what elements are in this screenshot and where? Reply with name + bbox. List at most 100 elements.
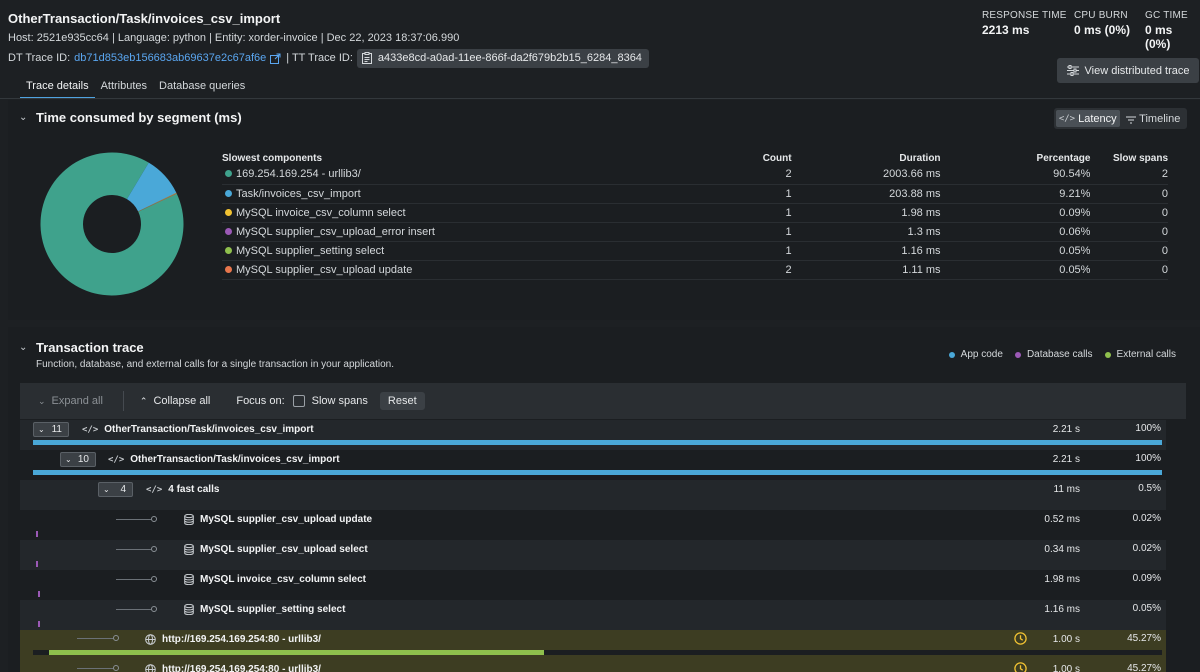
- expand-all-label: Expand all: [51, 395, 103, 407]
- toolbar-divider: [122, 391, 124, 411]
- tree-node: [151, 516, 157, 522]
- slowest-components-table: Slowest components Count Duration Percen…: [222, 152, 1168, 280]
- legend-label: External calls: [1116, 349, 1176, 360]
- component-duration: 1.98 ms: [791, 203, 941, 223]
- component-count: 2: [574, 165, 792, 185]
- slow-spans-checkbox[interactable]: [292, 395, 305, 407]
- trace-row-duration: 2.21 s: [1052, 424, 1080, 435]
- clipboard-icon[interactable]: [361, 52, 372, 64]
- component-name: 169.254.169.254 - urllib3/: [222, 165, 575, 185]
- child-count: 11: [51, 424, 62, 435]
- col-slow-spans: Slow spans: [1112, 153, 1168, 164]
- legend-label: App code: [960, 349, 1003, 360]
- trace-row-label: </> OtherTransaction/Task/invoices_csv_im…: [82, 423, 314, 436]
- component-row[interactable]: MySQL invoice_csv_column select 1 1.98 ms 0…: [222, 203, 1168, 223]
- trace-row-label: MySQL invoice_csv_column select: [184, 573, 366, 586]
- component-row[interactable]: Task/invoices_csv_import 1 203.88 ms 9.21% 0: [222, 184, 1168, 204]
- chevron-down-icon: ⌄: [38, 395, 46, 406]
- trace-row-duration: 2.21 s: [1052, 454, 1080, 465]
- timeline-label: Timeline: [1139, 112, 1181, 125]
- trace-row-name: 4 fast calls: [168, 484, 220, 495]
- segments-title: Time consumed by segment (ms): [36, 110, 242, 125]
- component-row[interactable]: MySQL supplier_csv_upload_error insert 1 1…: [222, 222, 1168, 242]
- component-name-text: Task/invoices_csv_import: [236, 187, 361, 200]
- component-row[interactable]: 169.254.169.254 - urllib3/2 2003.66 ms 90.…: [222, 165, 1168, 185]
- trace-toolbar: ⌄ Expand all ⌃ Collapse all Focus on: Sl…: [20, 383, 1186, 419]
- tab-database-queries[interactable]: Database queries: [153, 78, 251, 99]
- latency-toggle-button[interactable]: </> Latency: [1056, 110, 1120, 127]
- trace-row-name: MySQL invoice_csv_column select: [200, 574, 367, 585]
- component-count: 2: [574, 260, 792, 280]
- reset-button[interactable]: Reset: [379, 392, 425, 410]
- metric-label: GC TIME: [1145, 10, 1188, 21]
- component-percentage: 90.54%: [940, 165, 1091, 185]
- latency-label: Latency: [1078, 112, 1117, 125]
- component-count: 1: [574, 222, 792, 242]
- duration-bar: [33, 440, 1162, 445]
- component-name: MySQL supplier_setting select: [222, 241, 575, 261]
- collapse-segments-chevron-icon[interactable]: ⌄: [19, 112, 27, 123]
- tree-node: [151, 546, 157, 552]
- collapse-transaction-chevron-icon[interactable]: ⌄: [19, 342, 27, 353]
- duration-bar: [33, 470, 1162, 475]
- tt-trace-pill[interactable]: a433e8cd-a0ad-11ee-866f-da2f679b2b15_628…: [356, 48, 649, 68]
- legend-dot: [948, 351, 955, 358]
- trace-row-label: http://169.254.169.254:80 - urllib3/: [145, 633, 321, 646]
- col-count: Count: [762, 153, 792, 164]
- col-duration: Duration: [899, 153, 941, 164]
- slow-span-clock-icon[interactable]: [1014, 662, 1027, 672]
- component-name: MySQL supplier_csv_upload update: [222, 260, 575, 280]
- collapse-all-button[interactable]: ⌃ Collapse all: [140, 395, 210, 407]
- trace-row-percent: 0.02%: [1132, 543, 1161, 554]
- component-slow-spans: 0: [1090, 203, 1168, 223]
- component-name-text: MySQL invoice_csv_column select: [236, 206, 406, 219]
- slow-span-clock-icon[interactable]: [1014, 632, 1027, 645]
- legend-database-calls: Database calls: [1014, 349, 1093, 360]
- trace-row-name: MySQL supplier_csv_upload update: [200, 514, 373, 525]
- component-duration: 1.11 ms: [791, 260, 941, 280]
- trace-row-percent: 100%: [1135, 423, 1161, 434]
- sliders-icon: [1066, 65, 1079, 76]
- component-percentage: 0.05%: [940, 241, 1091, 261]
- trace-row-name: MySQL supplier_csv_upload select: [200, 544, 368, 555]
- dt-trace-link[interactable]: db71d853eb156683ab69637e2c67af6e: [74, 52, 266, 64]
- legend-label: Database calls: [1026, 349, 1093, 360]
- trace-row-duration: 1.00 s: [1052, 634, 1080, 645]
- external-link-icon[interactable]: [270, 53, 281, 64]
- trace-row-duration: 0.34 ms: [1044, 544, 1080, 555]
- component-color-dot: [225, 189, 232, 197]
- trace-meta-line: Host: 2521e935cc64 | Language: python | …: [8, 32, 460, 44]
- component-percentage: 0.06%: [940, 222, 1091, 242]
- component-slow-spans: 0: [1090, 241, 1168, 261]
- metric-label: RESPONSE TIME: [982, 10, 1067, 21]
- metric-value: 0 ms (0%): [1145, 23, 1173, 51]
- duration-tick: [38, 591, 40, 597]
- view-distributed-trace-button[interactable]: View distributed trace: [1057, 58, 1199, 83]
- component-duration: 2003.66 ms: [791, 165, 941, 185]
- component-row[interactable]: MySQL supplier_setting select 1 1.16 ms 0.0…: [222, 241, 1168, 261]
- tab-divider: [0, 98, 1200, 99]
- component-name: MySQL supplier_csv_upload_error insert: [222, 222, 575, 242]
- component-percentage: 0.05%: [940, 260, 1091, 280]
- tree-node: [113, 665, 119, 671]
- chevron-down-icon: ⌄: [38, 425, 45, 434]
- tab-trace-details[interactable]: Trace details: [20, 78, 95, 99]
- tab-attributes[interactable]: Attributes: [95, 78, 153, 99]
- trace-row-duration: 11 ms: [1053, 484, 1081, 495]
- expand-toggle[interactable]: ⌄ 10: [60, 452, 96, 467]
- expand-toggle[interactable]: ⌄ 4: [98, 482, 133, 497]
- page-title: OtherTransaction/Task/invoices_csv_impor…: [8, 11, 281, 26]
- chevron-down-icon: ⌄: [103, 485, 110, 494]
- tree-node: [113, 635, 119, 641]
- expand-all-button[interactable]: ⌄ Expand all: [38, 395, 103, 407]
- trace-row-percent: 0.02%: [1132, 513, 1161, 524]
- metric-gc-time: GC TIME 0 ms (0%): [1145, 10, 1200, 51]
- trace-row-label: MySQL supplier_csv_upload select: [184, 543, 368, 556]
- timeline-toggle-button[interactable]: Timeline: [1122, 110, 1186, 127]
- tt-trace-value: a433e8cd-a0ad-11ee-866f-da2f679b2b15_628…: [377, 52, 642, 64]
- trace-row-percent: 45.27%: [1127, 633, 1161, 644]
- duration-bar-track: [33, 650, 1162, 655]
- component-row[interactable]: MySQL supplier_csv_upload update 2 1.11 ms…: [222, 260, 1168, 280]
- legend-app-code: App code: [948, 349, 1003, 360]
- expand-toggle[interactable]: ⌄ 11: [33, 422, 69, 437]
